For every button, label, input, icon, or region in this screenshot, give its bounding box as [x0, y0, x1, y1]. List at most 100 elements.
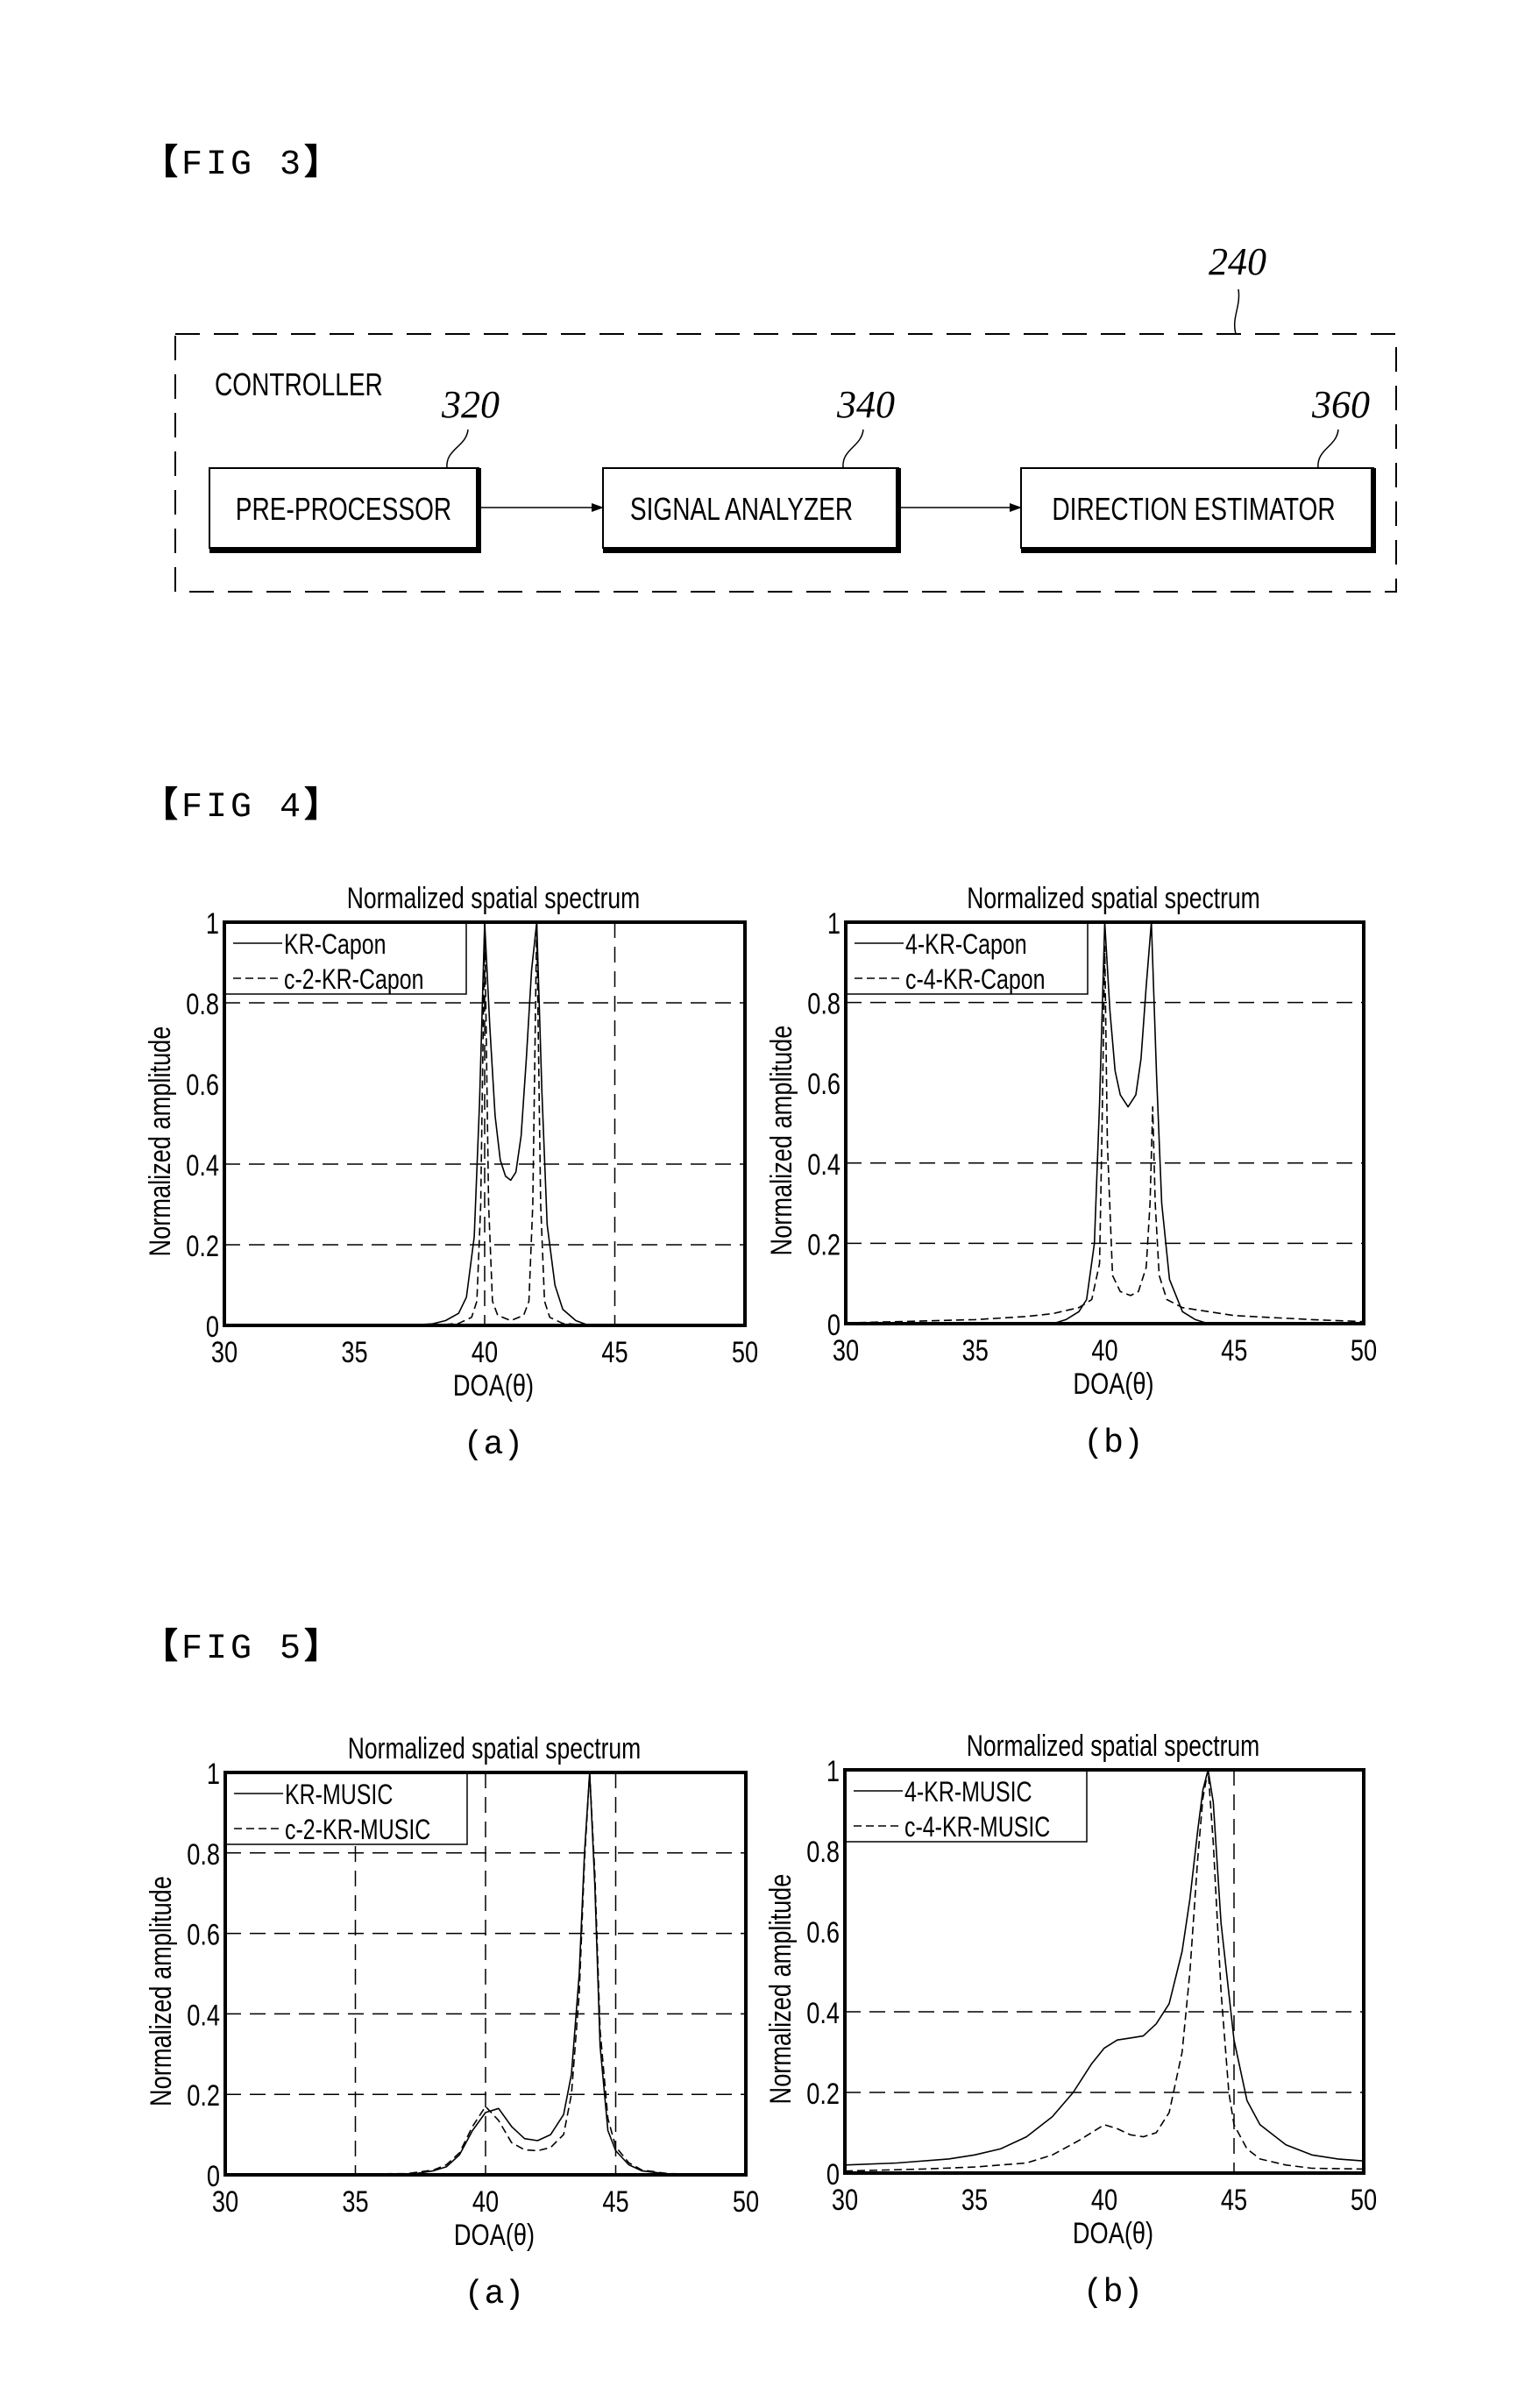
block-pre-processor: PRE-PROCESSOR: [209, 467, 481, 553]
legend-label: KR-MUSIC: [285, 1779, 393, 1811]
legend: KR-Caponc-2-KR-Capon: [223, 921, 467, 996]
x-tick-label: 45: [1221, 1333, 1247, 1367]
right-bracket: 】: [304, 1626, 344, 1666]
y-tick-label: 0.2: [186, 1229, 219, 1263]
fig5-label-text: FIG 5: [181, 1630, 305, 1669]
left-bracket: 【: [143, 1626, 181, 1666]
legend-label: c-2-KR-Capon: [284, 964, 423, 996]
plot-frame: [223, 920, 747, 1327]
leader-320: [446, 429, 469, 469]
series-line-c-4-kr-music: [844, 1769, 1365, 2172]
y-tick-label: 1: [206, 906, 219, 941]
legend-label: KR-Capon: [284, 929, 387, 961]
x-tick-label: 30: [833, 1333, 859, 1367]
fig4-label: 【FIG 4】: [143, 776, 343, 828]
fig5-label: 【FIG 5】: [143, 1617, 343, 1669]
y-tick-label: 0: [826, 2157, 840, 2191]
ref-360: 360: [1311, 383, 1370, 426]
series-line-c-2-kr-capon: [224, 921, 745, 1326]
y-tick-label: 0.4: [187, 1998, 220, 2032]
series-line-4-kr-music: [844, 1769, 1365, 2166]
x-tick-label: 50: [733, 2184, 759, 2219]
x-tick-label: 30: [212, 2184, 238, 2219]
y-tick-label: 0.6: [807, 1067, 840, 1101]
series-line-c-2-kr-music: [224, 1772, 747, 2176]
series-line-kr-music: [225, 1772, 747, 2176]
ref-340: 340: [836, 383, 895, 426]
y-tick-label: 0: [827, 1308, 840, 1342]
x-axis-label: DOA(θ): [1073, 1367, 1153, 1401]
block-label-pre-processor: PRE-PROCESSOR: [236, 492, 451, 527]
x-tick-label: 50: [1351, 2183, 1377, 2217]
x-tick-label: 30: [211, 1335, 238, 1369]
plot-frame: [844, 920, 1365, 1325]
leader-360: [1317, 429, 1339, 469]
y-tick-label: 0.6: [187, 1918, 220, 1952]
left-bracket: 【: [143, 785, 181, 825]
chart-caption: (a): [464, 1426, 523, 1464]
y-tick-label: 0.8: [807, 987, 840, 1021]
legend-box: [845, 921, 1089, 995]
y-tick-label: 0.6: [806, 1915, 840, 1950]
legend-label: c-4-KR-Capon: [905, 964, 1045, 996]
chart-title: Normalized spatial spectrum: [348, 1732, 642, 1765]
fig3-diagram: CONTROLLER 240 PRE-PROCESSOR 320 SIGNAL …: [174, 240, 1397, 593]
legend-box: [224, 1772, 468, 1845]
y-tick-label: 0.2: [807, 1227, 840, 1261]
y-tick-label: 0.2: [187, 2078, 220, 2113]
x-tick-label: 45: [1221, 2183, 1247, 2217]
series-line-kr-capon: [224, 921, 745, 1326]
x-tick-label: 30: [832, 2183, 858, 2217]
x-tick-label: 50: [732, 1335, 758, 1369]
legend-label: c-4-KR-MUSIC: [904, 1812, 1050, 1843]
series-line-4-kr-capon: [846, 921, 1364, 1325]
x-tick-label: 35: [962, 1333, 989, 1367]
x-axis-label: DOA(θ): [454, 2218, 535, 2252]
chart-title: Normalized spatial spectrum: [967, 882, 1260, 915]
y-tick-label: 1: [207, 1757, 220, 1791]
block-label-direction-estimator: DIRECTION ESTIMATOR: [1052, 492, 1335, 527]
legend: 4-KR-MUSIC c-4-KR-MUSIC: [844, 1769, 1088, 1843]
y-axis-label: Normalized amplitude: [144, 1876, 178, 2106]
chart-fig5a: Normalized spatial spectrum KR-MUSIC c-2-K…: [144, 1732, 759, 2313]
leader-240: [1234, 288, 1240, 335]
ref-240: 240: [1209, 240, 1266, 283]
y-tick-label: 0.4: [186, 1148, 219, 1183]
block-direction-estimator: DIRECTION ESTIMATOR: [1020, 467, 1376, 553]
chart-fig4b: Normalized spatial spectrum 4-KR-Caponc-4…: [764, 882, 1377, 1462]
x-axis-label: DOA(θ): [453, 1368, 534, 1403]
x-tick-label: 35: [342, 2184, 368, 2219]
series-line-c-4-kr-capon: [845, 945, 1365, 1324]
x-tick-label: 45: [602, 2184, 628, 2219]
y-axis-label: Normalized amplitude: [764, 1026, 798, 1256]
x-tick-label: 40: [472, 1335, 498, 1369]
y-tick-label: 1: [826, 1754, 840, 1788]
plot-frame: [223, 1771, 748, 2177]
ref-320: 320: [441, 383, 500, 426]
x-axis-label: DOA(θ): [1073, 2216, 1153, 2250]
x-tick-label: 45: [601, 1335, 628, 1369]
chart-caption: (b): [1083, 1424, 1143, 1462]
legend-label: 4-KR-Capon: [905, 929, 1027, 961]
controller-title: CONTROLLER: [215, 367, 383, 402]
block-signal-analyzer: SIGNAL ANALYZER: [602, 467, 901, 553]
y-axis-label: Normalized amplitude: [763, 1874, 798, 2105]
y-tick-label: 0.2: [806, 2077, 840, 2111]
y-axis-label: Normalized amplitude: [143, 1026, 177, 1257]
x-tick-label: 40: [472, 2184, 499, 2219]
chart-fig5b: Normalized spatial spectrum 4-KR-MUSIC c-4…: [763, 1730, 1377, 2312]
x-tick-label: 35: [961, 2183, 988, 2217]
y-tick-label: 0: [206, 1310, 219, 1344]
y-tick-label: 1: [827, 906, 840, 941]
right-bracket: 】: [304, 785, 344, 825]
fig4-label-text: FIG 4: [181, 788, 305, 828]
plot-frame: [843, 1768, 1365, 2175]
y-tick-label: 0.6: [186, 1068, 219, 1102]
block-label-signal-analyzer: SIGNAL ANALYZER: [630, 492, 853, 527]
x-tick-label: 40: [1091, 1333, 1117, 1367]
legend: KR-MUSIC c-2-KR-MUSIC: [224, 1772, 468, 1846]
x-tick-label: 50: [1351, 1333, 1377, 1367]
y-tick-label: 0.4: [807, 1147, 840, 1182]
y-tick-label: 0.8: [187, 1837, 220, 1872]
x-tick-label: 35: [341, 1335, 367, 1369]
